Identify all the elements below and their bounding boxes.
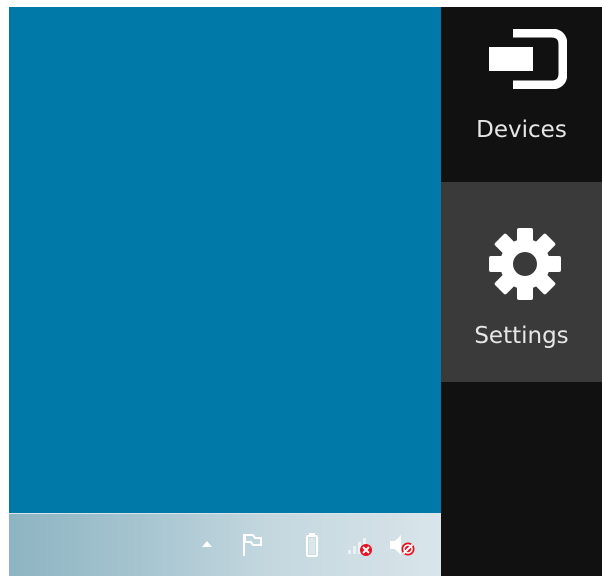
desktop-background [9,7,441,513]
show-hidden-icons-arrow[interactable] [200,537,214,549]
notification-area [9,514,441,576]
devices-icon [485,28,568,90]
settings-charm[interactable]: Settings [441,182,602,382]
action-center-flag-icon[interactable] [240,532,264,558]
network-disconnected-icon[interactable] [346,532,374,558]
volume-muted-icon[interactable] [387,532,417,558]
devices-label: Devices [476,117,567,143]
battery-icon[interactable] [305,532,319,558]
devices-charm[interactable]: Devices [441,7,602,182]
taskbar [9,513,441,576]
gear-icon [485,224,565,304]
charms-bar: Devices Settings [441,7,602,576]
settings-label: Settings [474,323,569,349]
